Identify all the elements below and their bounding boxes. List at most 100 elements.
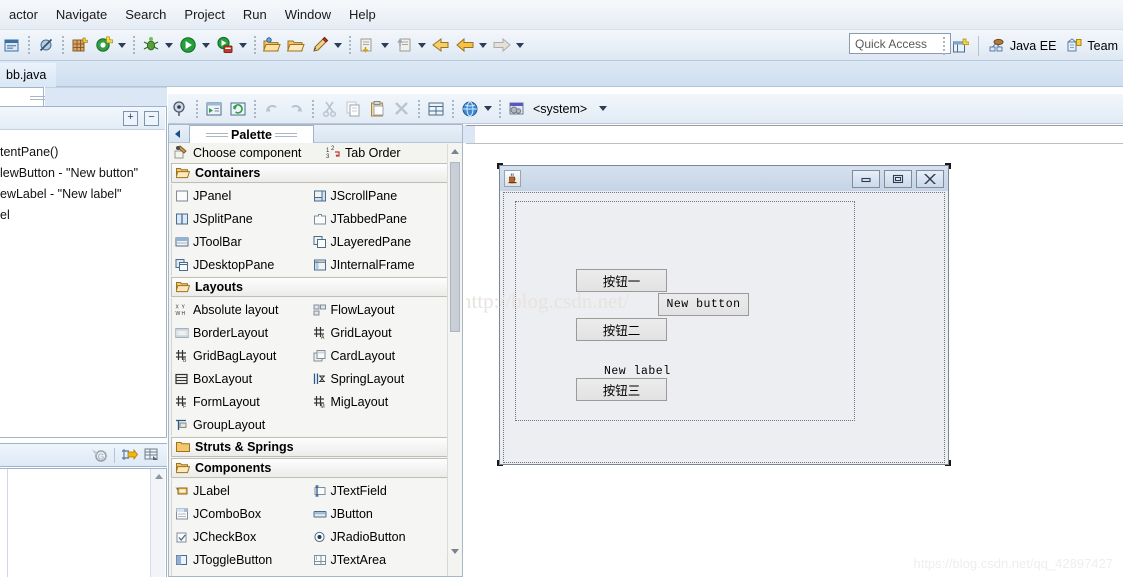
palette-item-jsplitpane[interactable]: JSplitPane [172, 207, 310, 230]
last-edit-location-icon[interactable] [431, 35, 451, 55]
new-wizard-icon[interactable] [94, 35, 114, 55]
tree-node-label[interactable]: el [0, 204, 165, 225]
debug-icon[interactable] [141, 35, 161, 55]
look-and-feel-dropdown-arrow[interactable] [597, 100, 608, 118]
open-folder-plain-icon[interactable] [286, 35, 306, 55]
back-dropdown-arrow[interactable] [477, 36, 488, 54]
palette-item-gridlayout[interactable]: A GridLayout [310, 321, 448, 344]
palette-item-springlayout[interactable]: SpringLayout [310, 367, 448, 390]
palette-item-cardlayout[interactable]: CardLayout [310, 344, 448, 367]
delete-icon[interactable] [392, 99, 412, 119]
skip-all-breakpoints-icon[interactable] [36, 35, 56, 55]
jframe-minimize-button[interactable] [852, 169, 880, 188]
look-and-feel-icon[interactable] [507, 99, 527, 119]
palette-item-miglayout[interactable]: M MigLayout [310, 390, 448, 413]
palette-item-flowlayout[interactable]: FlowLayout [310, 298, 448, 321]
tree-node-new-label[interactable]: ewLabel - "New label" [0, 183, 165, 204]
show-events-icon[interactable] [143, 447, 161, 463]
palette-scrollbar[interactable] [447, 144, 461, 558]
palette-item-jtabbedpane[interactable]: JTabbedPane [310, 207, 448, 230]
palette-item-jpasswordfield[interactable]: JPasswordField [310, 571, 448, 577]
globe-locale-icon[interactable] [460, 99, 480, 119]
menu-refactor[interactable]: actor [0, 4, 47, 25]
palette-item-jformattedtextfield[interactable]: JFormattedTextFie [172, 571, 310, 577]
palette-item-boxlayout[interactable]: BoxLayout [172, 367, 310, 390]
tree-node-new-button[interactable]: lewButton - "New button" [0, 162, 165, 183]
jframe-content-pane[interactable]: 按钮一 New button 按钮二 New label 按钮三 [503, 192, 945, 463]
palette-item-jtogglebutton[interactable]: JToggleButton [172, 548, 310, 571]
next-annotation-dropdown-arrow[interactable] [379, 36, 390, 54]
perspective-team[interactable]: Team [1061, 36, 1123, 57]
palette-item-gridbaglayout[interactable]: B GridBagLayout [172, 344, 310, 367]
palette-item-formlayout[interactable]: F FormLayout [172, 390, 310, 413]
paste-icon[interactable] [368, 99, 388, 119]
run-external-tools-icon[interactable] [215, 35, 235, 55]
palette-item-jtoolbar[interactable]: JToolBar [172, 230, 310, 253]
edit-dropdown-arrow[interactable] [332, 36, 343, 54]
copy-icon[interactable] [344, 99, 364, 119]
menu-help[interactable]: Help [340, 4, 385, 25]
palette-scroll-down-button[interactable] [448, 544, 462, 558]
jframe-maximize-button[interactable] [884, 169, 912, 188]
refresh-design-icon[interactable] [228, 99, 248, 119]
palette-item-jtextarea[interactable]: I JTextArea [310, 548, 448, 571]
test-preview-icon[interactable] [204, 99, 224, 119]
previous-annotation-dropdown-arrow[interactable] [416, 36, 427, 54]
next-annotation-icon[interactable] [357, 35, 377, 55]
palette-item-jinternalframe[interactable]: JInternalFrame [310, 253, 448, 276]
design-button-anniu-yi[interactable]: 按钮一 [576, 269, 667, 292]
palette-scroll-thumb[interactable] [450, 162, 460, 332]
locale-dropdown-arrow[interactable] [482, 100, 493, 118]
forward-dropdown-arrow[interactable] [514, 36, 525, 54]
menu-run[interactable]: Run [234, 4, 276, 25]
forward-icon[interactable] [492, 35, 512, 55]
open-type-icon[interactable] [2, 35, 22, 55]
palette-scroll-up-button[interactable] [448, 144, 462, 158]
palette-category-struts-springs[interactable]: Struts & Springs [171, 437, 448, 457]
properties-scrollbar[interactable] [150, 469, 165, 577]
palette-category-components[interactable]: Components [171, 458, 448, 478]
palette-category-layouts[interactable]: Layouts [171, 277, 448, 297]
debug-dropdown-arrow[interactable] [163, 36, 174, 54]
new-wizard-dropdown-arrow[interactable] [116, 36, 127, 54]
design-label-new-label[interactable]: New label [604, 365, 671, 378]
back-icon[interactable] [455, 35, 475, 55]
design-button-anniu-er[interactable]: 按钮二 [576, 318, 667, 341]
expand-all-button[interactable]: + [123, 110, 138, 126]
palette-item-jradiobutton[interactable]: JRadioButton [310, 525, 448, 548]
menu-window[interactable]: Window [276, 4, 340, 25]
external-tools-dropdown-arrow[interactable] [237, 36, 248, 54]
restore-default-value-icon[interactable]: G [91, 447, 109, 463]
palette-item-borderlayout[interactable]: BorderLayout [172, 321, 310, 344]
palette-item-jbutton[interactable]: JButton [310, 502, 448, 525]
palette-item-jtextfield[interactable]: JTextField [310, 479, 448, 502]
palette-item-jdesktoppane[interactable]: JDesktopPane [172, 253, 310, 276]
collapse-all-button[interactable]: − [144, 110, 159, 126]
redo-icon[interactable] [286, 99, 306, 119]
palette-item-jscrollpane[interactable]: JScrollPane [310, 184, 448, 207]
new-java-class-icon[interactable] [70, 35, 90, 55]
palette-category-containers[interactable]: Containers [171, 163, 448, 183]
menu-search[interactable]: Search [116, 4, 175, 25]
palette-item-jlabel[interactable]: JLabel [172, 479, 310, 502]
palette-item-grouplayout[interactable]: GroupLayout [172, 413, 310, 436]
collapse-palette-icon[interactable] [169, 126, 185, 142]
jframe-close-button[interactable] [916, 169, 944, 188]
edit-pencil-icon[interactable] [310, 35, 330, 55]
palette-item-absolute-layout[interactable]: XYWH Absolute layout [172, 298, 310, 321]
palette-item-jpanel[interactable]: JPanel [172, 184, 310, 207]
palette-item-jcombobox[interactable]: JComboBox [172, 502, 310, 525]
menu-project[interactable]: Project [175, 4, 233, 25]
design-button-anniu-san[interactable]: 按钮三 [576, 378, 667, 401]
jframe-inner-panel[interactable]: 按钮一 New button 按钮二 New label 按钮三 [515, 201, 855, 421]
design-jframe[interactable]: 按钮一 New button 按钮二 New label 按钮三 [499, 165, 949, 465]
test-refresh-icon[interactable] [170, 99, 190, 119]
show-advanced-properties-icon[interactable] [120, 447, 138, 463]
properties-table[interactable] [0, 468, 167, 577]
open-perspective-icon[interactable] [951, 36, 971, 56]
open-folder-icon[interactable] [262, 35, 282, 55]
design-button-new-button[interactable]: New button [658, 293, 749, 316]
palette-item-jlayeredpane[interactable]: JLayeredPane [310, 230, 448, 253]
design-canvas[interactable]: 按钮一 New button 按钮二 New label 按钮三 http://… [466, 143, 1123, 577]
menu-navigate[interactable]: Navigate [47, 4, 116, 25]
